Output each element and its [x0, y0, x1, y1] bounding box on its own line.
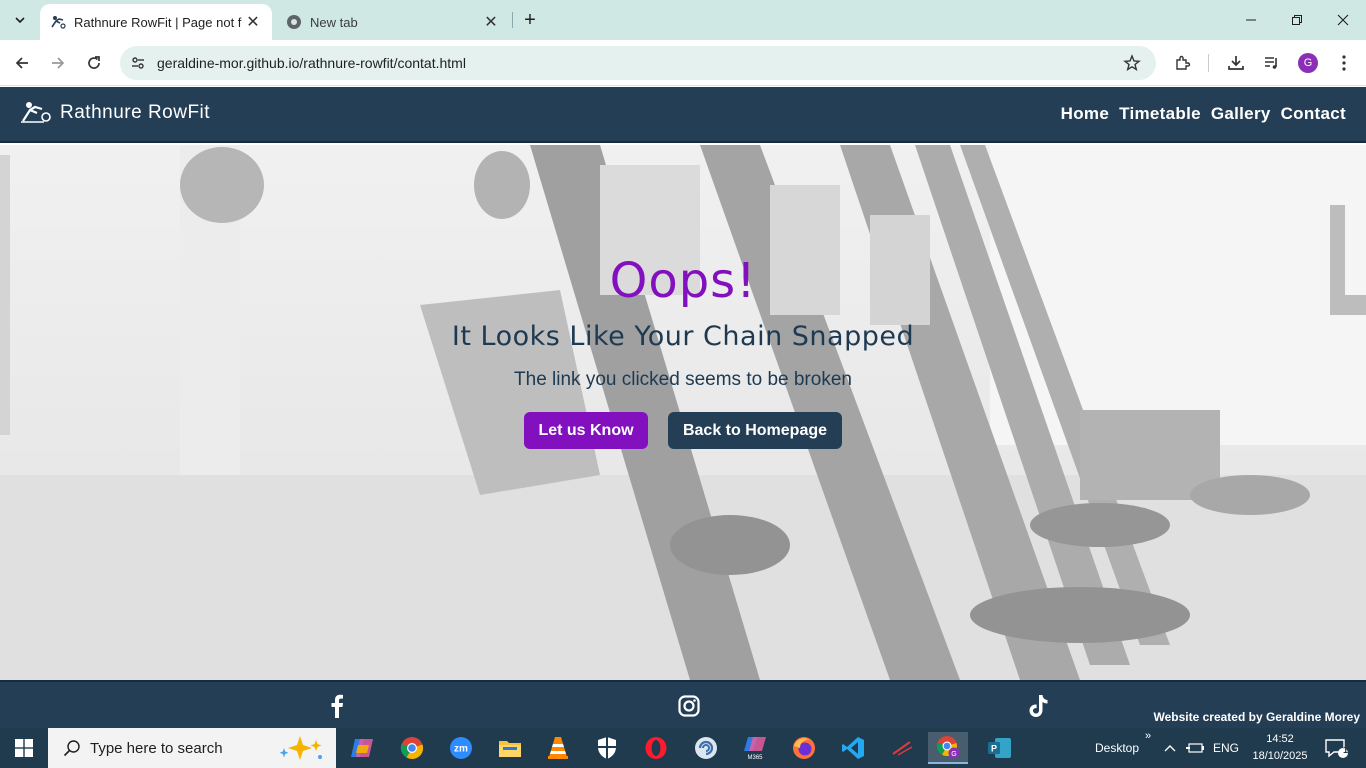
error-heading: Oops!	[609, 253, 757, 309]
firefox-app-icon[interactable]	[784, 732, 824, 764]
chrome-active-app-icon[interactable]: G	[928, 732, 968, 764]
rower-logo-icon	[21, 102, 51, 123]
file-explorer-app-icon[interactable]	[490, 732, 530, 764]
copilot-app-icon[interactable]	[342, 732, 382, 764]
nav-timetable[interactable]: Timetable	[1119, 104, 1201, 124]
instagram-icon[interactable]	[677, 694, 701, 718]
security-shield-app-icon[interactable]	[587, 732, 627, 764]
restore-icon	[1292, 15, 1302, 25]
error-subheading: It Looks Like Your Chain Snapped	[451, 321, 915, 352]
svg-text:M365: M365	[747, 755, 763, 760]
address-bar[interactable]: geraldine-mor.github.io/rathnure-rowfit/…	[120, 46, 1156, 80]
nav-gallery[interactable]: Gallery	[1211, 104, 1271, 124]
tray-chevron-up-icon[interactable]	[1160, 732, 1180, 764]
forward-button[interactable]	[44, 49, 72, 77]
torrent-app-icon[interactable]	[686, 732, 726, 764]
downloads-button[interactable]	[1224, 51, 1248, 75]
notification-count: 1	[1343, 745, 1349, 755]
tab-title: New tab	[310, 14, 358, 30]
svg-text:G: G	[951, 751, 956, 758]
desktop-toolbar-label[interactable]: Desktop	[1095, 741, 1139, 755]
site-info-icon[interactable]	[128, 53, 148, 73]
tab-search-button[interactable]	[6, 6, 34, 34]
tab-active[interactable]: Rathnure RowFit | Page not found ✕	[40, 4, 272, 40]
tiktok-icon[interactable]	[1026, 694, 1050, 718]
site-footer: Website created by Geraldine Morey	[0, 680, 1366, 728]
download-icon	[1228, 56, 1244, 70]
site-header: Rathnure RowFit Home Timetable Gallery C…	[0, 87, 1366, 143]
tab-separator	[512, 12, 513, 28]
nav-home[interactable]: Home	[1061, 104, 1109, 124]
battery-network-icon[interactable]	[1184, 732, 1206, 764]
language-indicator[interactable]: ENG	[1213, 741, 1239, 755]
snipping-tool-app-icon[interactable]	[882, 732, 922, 764]
restore-button[interactable]	[1274, 0, 1320, 40]
chrome-icon	[286, 14, 302, 30]
extensions-button[interactable]	[1171, 51, 1195, 75]
tab-new-tab[interactable]: New tab ✕	[278, 4, 510, 40]
toolbar-separator	[1208, 54, 1209, 72]
kebab-menu-icon	[1342, 55, 1346, 71]
nav-contact[interactable]: Contact	[1281, 104, 1346, 124]
media-controls-button[interactable]	[1260, 51, 1284, 75]
windows-taskbar: Type here to search zm M365 G P Desktop …	[0, 728, 1366, 768]
clock-date: 18/10/2025	[1252, 750, 1308, 762]
start-button[interactable]	[0, 728, 48, 768]
search-placeholder: Type here to search	[90, 739, 223, 757]
reload-icon	[88, 56, 100, 69]
back-button[interactable]	[8, 49, 36, 77]
main-nav: Home Timetable Gallery Contact	[1061, 104, 1346, 124]
bookmark-star-icon[interactable]	[1122, 53, 1142, 73]
minimize-icon	[1246, 19, 1256, 21]
close-window-button[interactable]	[1320, 0, 1366, 40]
rower-favicon-icon	[50, 14, 66, 30]
arrow-left-icon	[15, 57, 28, 69]
vscode-app-icon[interactable]	[833, 732, 873, 764]
arrow-right-icon	[52, 57, 65, 69]
svg-text:P: P	[991, 744, 997, 754]
back-to-homepage-button[interactable]: Back to Homepage	[668, 412, 842, 449]
profile-avatar[interactable]: G	[1298, 53, 1318, 73]
windows-logo-icon	[15, 739, 33, 757]
brand-name: Rathnure RowFit	[60, 102, 211, 123]
copilot-sparkle-icon	[279, 736, 322, 760]
chevron-down-icon	[15, 17, 25, 24]
tab-title: Rathnure RowFit | Page not found	[74, 14, 242, 30]
opera-app-icon[interactable]	[636, 732, 676, 764]
puzzle-icon	[1176, 55, 1191, 70]
clock-time: 14:52	[1266, 733, 1294, 745]
svg-text:zm: zm	[454, 744, 468, 755]
notifications-icon[interactable]: 1	[1318, 732, 1354, 764]
close-tab-icon[interactable]: ✕	[482, 13, 500, 31]
minimize-button[interactable]	[1228, 0, 1274, 40]
search-icon	[60, 739, 84, 757]
error-description: The link you clicked seems to be broken	[514, 369, 852, 390]
footer-credit: Website created by Geraldine Morey	[1153, 710, 1360, 724]
close-icon	[1337, 14, 1349, 26]
hero-section: Oops! It Looks Like Your Chain Snapped T…	[0, 145, 1366, 680]
facebook-icon[interactable]	[325, 694, 349, 718]
new-tab-button[interactable]: +	[518, 8, 542, 32]
reload-button[interactable]	[80, 49, 108, 77]
let-us-know-button[interactable]: Let us Know	[524, 412, 648, 449]
chrome-app-icon[interactable]	[392, 732, 432, 764]
project-app-icon[interactable]: P	[980, 732, 1020, 764]
url-text: geraldine-mor.github.io/rathnure-rowfit/…	[157, 55, 466, 71]
playlist-icon	[1265, 57, 1277, 69]
vlc-app-icon[interactable]	[538, 732, 578, 764]
brand-link[interactable]: Rathnure RowFit	[20, 101, 210, 125]
system-clock[interactable]: 14:52 18/10/2025	[1250, 731, 1310, 765]
toolbar-expand-icon[interactable]: »	[1145, 730, 1151, 742]
close-tab-icon[interactable]: ✕	[244, 13, 262, 31]
browser-tabstrip: Rathnure RowFit | Page not found ✕ New t…	[0, 0, 1366, 40]
zoom-app-icon[interactable]: zm	[441, 732, 481, 764]
m365-app-icon[interactable]: M365	[735, 732, 775, 764]
taskbar-search[interactable]: Type here to search	[48, 728, 336, 768]
menu-button[interactable]	[1332, 51, 1356, 75]
browser-toolbar: geraldine-mor.github.io/rathnure-rowfit/…	[0, 40, 1366, 86]
